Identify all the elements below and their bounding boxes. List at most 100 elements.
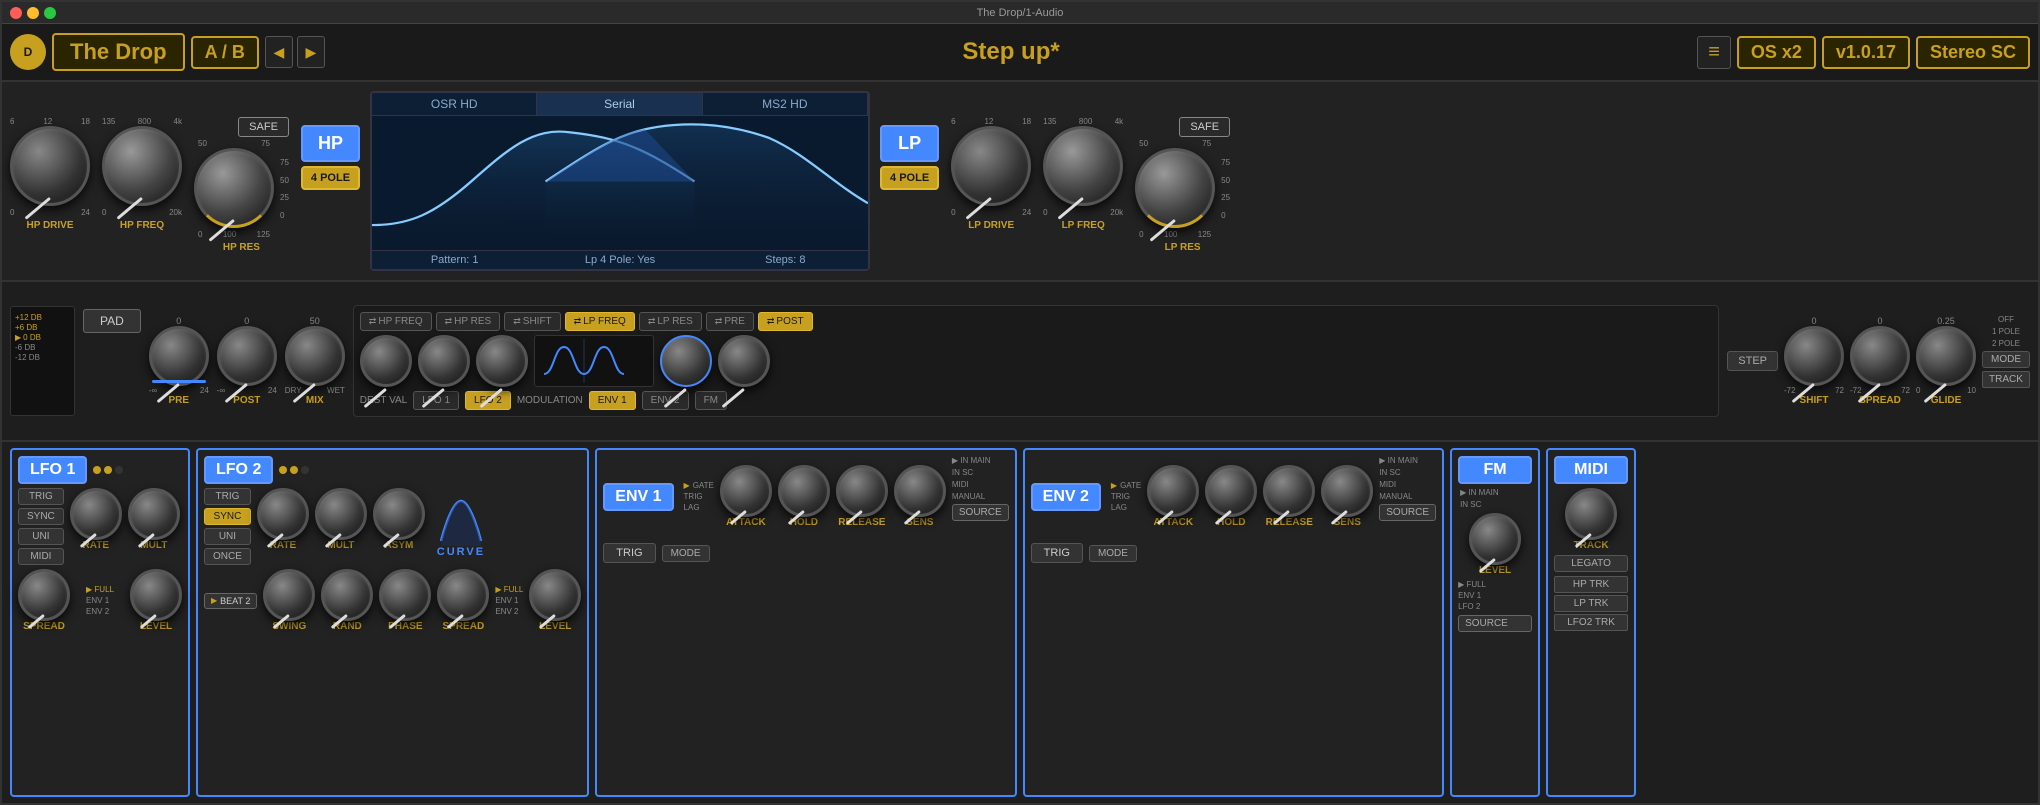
mod-lpfreq-button[interactable]: ⇄ LP FREQ bbox=[565, 312, 635, 331]
hp-safe-button[interactable]: SAFE bbox=[238, 117, 289, 137]
lp-pole-button[interactable]: 4 POLE bbox=[880, 166, 939, 190]
env1-hold-knob[interactable] bbox=[778, 465, 830, 517]
hp-drive-knob[interactable] bbox=[10, 126, 90, 206]
lfo2-sync-button[interactable]: SYNC bbox=[204, 508, 251, 525]
env1-title[interactable]: ENV 1 bbox=[603, 483, 673, 511]
mode-button[interactable]: MODE bbox=[1982, 351, 2030, 368]
mod-shift-button[interactable]: ⇄ SHIFT bbox=[504, 312, 560, 331]
mod-knob-5-ctrl[interactable] bbox=[718, 335, 770, 387]
os-badge[interactable]: OS x2 bbox=[1737, 36, 1816, 69]
mod-knob-2-ctrl[interactable] bbox=[418, 335, 470, 387]
lfo2-rand-knob[interactable] bbox=[321, 569, 373, 621]
env2-hold-knob[interactable] bbox=[1205, 465, 1257, 517]
lp-trk-button[interactable]: LP TRK bbox=[1554, 595, 1628, 612]
lfo2-source-button[interactable]: ▶ BEAT 2 bbox=[204, 593, 257, 609]
lp-type-button[interactable]: LP bbox=[880, 125, 939, 162]
menu-button[interactable]: ≡ bbox=[1697, 36, 1731, 69]
lfo1-spread-knob[interactable] bbox=[18, 569, 70, 621]
lfo2-uni-button[interactable]: UNI bbox=[204, 528, 251, 545]
nav-prev-button[interactable]: ◀ bbox=[265, 36, 293, 68]
lp-drive-knob[interactable] bbox=[951, 126, 1031, 206]
fm-title[interactable]: FM bbox=[1458, 456, 1532, 484]
maximize-btn[interactable] bbox=[44, 7, 56, 19]
lfo2-spread-knob[interactable] bbox=[437, 569, 489, 621]
lfo1-mult-knob[interactable] bbox=[128, 488, 180, 540]
lfo2-swing-knob[interactable] bbox=[263, 569, 315, 621]
lfo1-level-knob[interactable] bbox=[130, 569, 182, 621]
hp-pole-button[interactable]: 4 POLE bbox=[301, 166, 360, 190]
lfo1-sync-button[interactable]: SYNC bbox=[18, 508, 64, 525]
lfo2-panel: LFO 2 TRIG SYNC UNI ONCE bbox=[196, 448, 589, 797]
midi-track-knob[interactable] bbox=[1565, 488, 1617, 540]
env2-source-button[interactable]: SOURCE bbox=[1379, 504, 1436, 521]
env2-title[interactable]: ENV 2 bbox=[1031, 483, 1101, 511]
tab-serial[interactable]: Serial bbox=[537, 93, 702, 115]
mod-knob-1-ctrl[interactable] bbox=[360, 335, 412, 387]
minimize-btn[interactable] bbox=[27, 7, 39, 19]
env1-mode-button[interactable]: MODE bbox=[662, 545, 710, 562]
pad-button[interactable]: PAD bbox=[83, 309, 141, 333]
track-button[interactable]: TRACK bbox=[1982, 371, 2030, 388]
lfo2-phase-group: PHASE bbox=[379, 569, 431, 632]
lfo1-rate-knob[interactable] bbox=[70, 488, 122, 540]
nav-next-button[interactable]: ▶ bbox=[297, 36, 325, 68]
tab-ms2-hd[interactable]: MS2 HD bbox=[703, 93, 868, 115]
lfo2-header: LFO 2 bbox=[204, 456, 581, 484]
lfo1-title[interactable]: LFO 1 bbox=[18, 456, 87, 484]
lfo2-once-button[interactable]: ONCE bbox=[204, 548, 251, 565]
lfo1-trig-button[interactable]: TRIG bbox=[18, 488, 64, 505]
hp-type-button[interactable]: HP bbox=[301, 125, 360, 162]
lfo2-rate-knob[interactable] bbox=[257, 488, 309, 540]
env2-mode-button[interactable]: MODE bbox=[1089, 545, 1137, 562]
tab-osr-hd[interactable]: OSR HD bbox=[372, 93, 537, 115]
mod-pre-button[interactable]: ⇄ PRE bbox=[706, 312, 754, 331]
hp-freq-knob[interactable] bbox=[102, 126, 182, 206]
lp-res-knob[interactable] bbox=[1135, 148, 1215, 228]
shift-knob[interactable] bbox=[1784, 326, 1844, 386]
lfo2-trk-button[interactable]: LFO2 TRK bbox=[1554, 614, 1628, 631]
lp-freq-knob[interactable] bbox=[1043, 126, 1123, 206]
lfo2-title[interactable]: LFO 2 bbox=[204, 456, 273, 484]
ab-button[interactable]: A / B bbox=[191, 36, 259, 69]
env1-source-button[interactable]: SOURCE bbox=[952, 504, 1009, 521]
env2-release-knob[interactable] bbox=[1263, 465, 1315, 517]
env1-sens-knob[interactable] bbox=[894, 465, 946, 517]
env1-attack-group: ATTACK bbox=[720, 465, 772, 528]
lfo1-uni-button[interactable]: UNI bbox=[18, 528, 64, 545]
midi-legato-button[interactable]: LEGATO bbox=[1554, 555, 1628, 572]
hp-res-knob[interactable] bbox=[194, 148, 274, 228]
spread-knob[interactable] bbox=[1850, 326, 1910, 386]
env1-mod-button[interactable]: ENV 1 bbox=[589, 391, 636, 410]
env2-trig-button[interactable]: TRIG bbox=[1031, 543, 1083, 563]
fm-level-knob[interactable] bbox=[1469, 513, 1521, 565]
lp-safe-button[interactable]: SAFE bbox=[1179, 117, 1230, 137]
post-knob[interactable] bbox=[217, 326, 277, 386]
env1-attack-knob[interactable] bbox=[720, 465, 772, 517]
mod-hpfreq-button[interactable]: ⇄ HP FREQ bbox=[360, 312, 432, 331]
pre-knob[interactable] bbox=[149, 326, 209, 386]
mod-knob-4-ctrl[interactable] bbox=[660, 335, 712, 387]
lfo2-mult-knob[interactable] bbox=[315, 488, 367, 540]
step-button[interactable]: STEP bbox=[1727, 351, 1778, 371]
mod-knob-3-ctrl[interactable] bbox=[476, 335, 528, 387]
mod-lpres-button[interactable]: ⇄ LP RES bbox=[639, 312, 702, 331]
env1-release-knob[interactable] bbox=[836, 465, 888, 517]
lfo2-phase-knob[interactable] bbox=[379, 569, 431, 621]
mod-post-button[interactable]: ⇄ POST bbox=[758, 312, 813, 331]
app-name[interactable]: The Drop bbox=[52, 33, 185, 71]
close-btn[interactable] bbox=[10, 7, 22, 19]
env1-trig-button[interactable]: TRIG bbox=[603, 543, 655, 563]
lfo2-level-knob[interactable] bbox=[529, 569, 581, 621]
output-badge[interactable]: Stereo SC bbox=[1916, 36, 2030, 69]
mod-hpres-button[interactable]: ⇄ HP RES bbox=[436, 312, 501, 331]
lfo2-trig-button[interactable]: TRIG bbox=[204, 488, 251, 505]
midi-title[interactable]: MIDI bbox=[1554, 456, 1628, 484]
lfo2-asym-knob[interactable] bbox=[373, 488, 425, 540]
hp-trk-button[interactable]: HP TRK bbox=[1554, 576, 1628, 593]
fm-source-button[interactable]: SOURCE bbox=[1458, 615, 1532, 632]
lfo1-midi-button[interactable]: MIDI bbox=[18, 548, 64, 565]
mix-knob[interactable] bbox=[285, 326, 345, 386]
env2-attack-knob[interactable] bbox=[1147, 465, 1199, 517]
env2-sens-knob[interactable] bbox=[1321, 465, 1373, 517]
glide-knob[interactable] bbox=[1916, 326, 1976, 386]
